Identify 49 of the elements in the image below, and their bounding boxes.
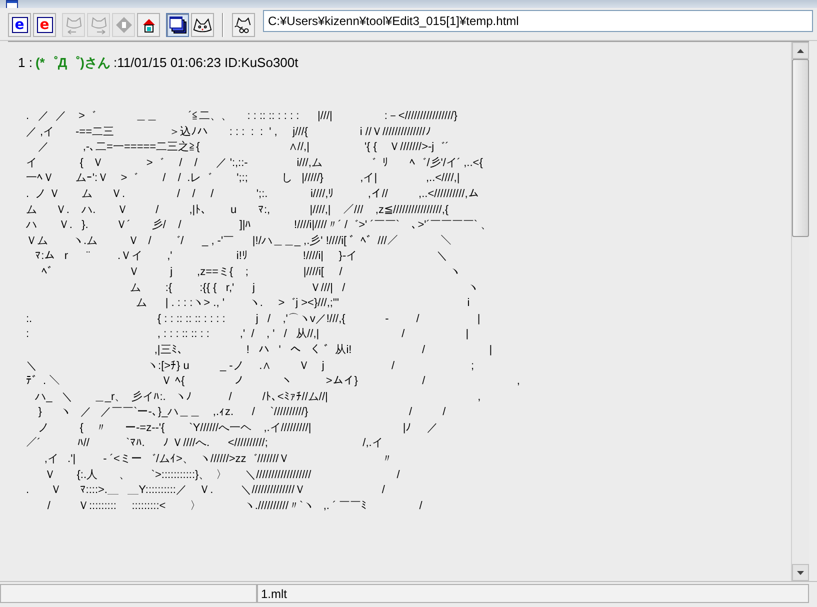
browser-button[interactable]: e [8,13,31,37]
home-icon [140,17,156,33]
ascii-art-line: ／´ ﾊ// `ﾏﾊ. ﾉ Ｖ////へ. <//////////; /,.イ [26,436,384,452]
ascii-art-line: ム | . : : :ヽ> ., ' ヽ. >゛j ><}///,;'" i [135,296,471,312]
cat-face-icon [192,16,213,34]
ascii-art-line: ＼ ヽ:[>ﾁ} u _ ‐ノ .∧ Ｖ j / ; [26,358,476,374]
ascii-art-line: ハ_ ＼ ＿_r、 彡イﾊ:. ヽﾉ / /ﾄ､<ﾐｧﾁ//ム//| , [34,390,482,405]
ascii-art-line: . ／ ／ >゛ ＿＿ ´≦二、、 : : :: :: : : : : |///| :－<////////////////} [26,109,458,124]
ascii-art-line: : , : : : :: :: : : ,' / , ' / 从//,| / | [26,327,470,342]
ascii-art-line: ﾃ゛. ＼ Ｖ ﾍ{ ノ ヽ >ムイ} / , [26,374,521,390]
cat-right-arrow-icon [88,15,108,35]
status-text: 1.mlt [257,584,809,603]
ascii-art-line: ﾍ゛ Ｖ j ,z==ミ{ ; |////i[ / ヽ [40,264,462,280]
app-icon [6,0,18,10]
windows-icon [168,15,188,35]
ascii-art-line: ／ ,イ -==二三 ＞込ﾉハ : : : : : ' , j///{ i //Ｖ//////////////ﾉ [26,124,432,140]
browser-button[interactable]: e [33,13,56,37]
ascii-art-line: } ヽ ／ ／￣￣`ー-､}_ハ＿＿ ,.ｨz. / `//////////} / / [37,405,447,420]
ascii-art-line: ,|三ﾐ、 ! ハ ' へ く ゛从i! / | [153,342,494,358]
ascii-art-line: イ { Ｖ >゛ / / ／ ':,::- i///,ム ゛ ﾘ ﾍ゛/彡'/イ´ ,..<{ [26,156,484,171]
ascii-art-line: Ｖム ヽ.ム Ｖ / ゛/ _ , ‐'￣ |!/ハ＿＿_ ,.彡' !////i[ ゛ﾍ゛///／ ＼ [26,234,453,249]
ascii-art-line: . ノ Ｖ ム Ｖ. / / / ';:. i////,ﾘ ,イ// ,..<//////////,ム [26,186,480,202]
address-field[interactable]: C:¥Users¥kizenn¥tool¥Edit3_015[1]¥temp.html [263,10,813,32]
cat-button[interactable] [232,13,255,37]
ascii-art-line: :. { : : :: :: :: : : : : j / ,'⌒ヽv／!///,{ ‐ / | [26,312,482,327]
scrollbar[interactable] [791,42,809,581]
scroll-up-button[interactable] [792,42,809,59]
ascii-art-line: Ｖ {:.人 、 `>:::::::::::}、 〉 ＼////////////////// / [43,468,401,483]
stop-icon [114,16,132,34]
poster-name: (*゜Д゜)さん [35,54,110,72]
cat-left-arrow-icon [64,15,84,35]
cat-button[interactable] [191,13,214,37]
home-button[interactable] [137,13,160,37]
ascii-art-line: ム Ｖ. ハ. Ｖ / ,|ﾄ、 u ﾏ:, |////,| ／/// ,z≦////////////////,{ [26,202,450,218]
ascii-art-line: / Ｖ::::::::: :::::::::< 〉 ヽ.//////////〃`ヽ ,. ´ ￣￣ﾐ / [46,498,424,514]
scroll-down-button[interactable] [792,564,809,581]
ascii-art-line: ハ Ｖ. }. Ｖ´ 彡/ / ]|ﾊ !////i|////〃´ /゛>' ´￣￣` ､>'´￣￣￣￣` 、 [26,218,493,234]
ascii-art-line: ,イ .'| - ´<ミー ゛/ムｲ>、 ヽ//////>zz゛///////Ｖ 〃 [43,452,394,468]
up-arrow-icon [797,48,804,52]
ascii-art-line: ム :{ :{{ { r,' j Ｖ///| / ヽ [128,280,480,296]
ascii-art-line: ﾏ:ム r ¨ .Ｖイ ,' i!ﾘ !////i| }-イ ＼ [34,249,449,264]
windows-button[interactable] [166,13,189,37]
post-date-id: :11/01/15 01:06:23 ID:KuSo300t [113,55,298,70]
ascii-art-line: 一ﾍＶ ムｰ':Ｖ >゛ / / .レ゛ ';:; し |/////} ,イ| ,..<////,| [26,171,461,186]
down-arrow-icon [797,570,804,574]
post-number: 1 : [18,55,32,70]
ascii-art-line: ノ { 〃 ー-=z--'{ `Y//////へ一ヘ ,.イ/////////| |ﾉ ／ [37,420,440,436]
ascii-art-line: . Ｖ ﾏ::::>.＿ ＿Y::::::::::／ Ｖ. ＼//////////////Ｖ / [26,483,386,498]
scrollbar-thumb[interactable] [792,59,809,237]
